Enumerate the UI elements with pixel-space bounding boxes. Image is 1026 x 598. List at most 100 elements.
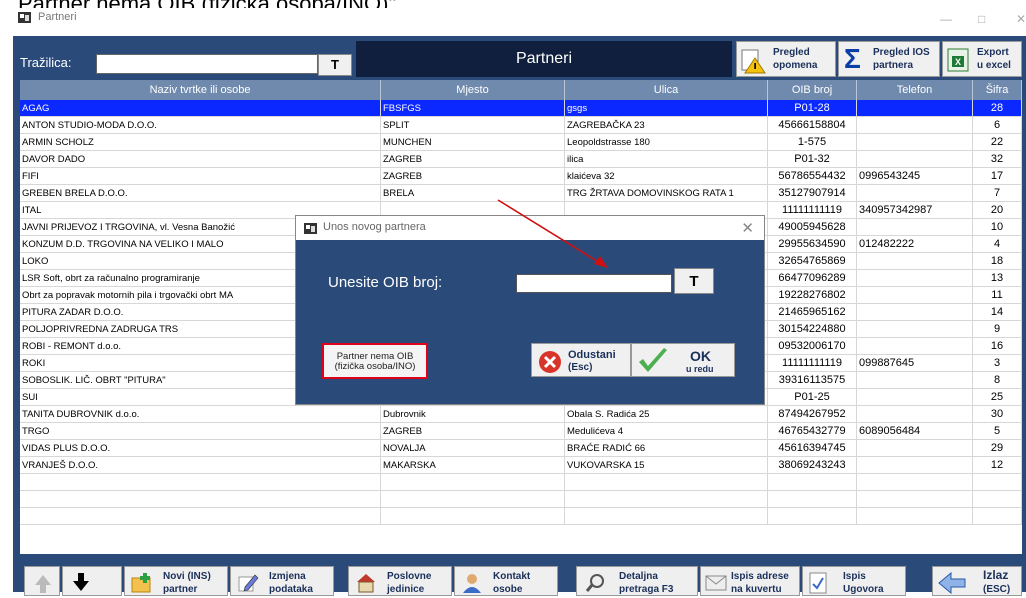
- cell-naziv: ANTON STUDIO-MODA D.O.O.: [20, 117, 381, 134]
- window-titlebar: Partneri — □ ✕: [0, 8, 1026, 30]
- cell-oib: 29955634590: [768, 236, 857, 253]
- cell-mjesto: ZAGREB: [381, 423, 565, 440]
- partneri-window: Partner nema OIB (fizička osoba/INO)". P…: [0, 0, 1026, 596]
- partner-nema-oib-button[interactable]: Partner nema OIB (fizička osoba/INO): [322, 343, 428, 379]
- cell-mjesto: MAKARSKA: [381, 457, 565, 474]
- cell-oib: P01-28: [768, 100, 857, 117]
- app-icon: [18, 12, 31, 23]
- edit-pencil-icon: [238, 574, 259, 592]
- cell-sifra: 11: [973, 287, 1022, 304]
- export-excel-button[interactable]: X Export u excel: [942, 41, 1022, 77]
- odustani-button[interactable]: Odustani (Esc): [531, 343, 631, 377]
- cell-tel: [857, 338, 973, 355]
- dialog-title: Unos novog partnera: [323, 221, 426, 233]
- empty-cell: [20, 491, 381, 508]
- search-label: Tražilica:: [20, 55, 72, 70]
- col-header-sifra[interactable]: Šifra: [973, 80, 1022, 100]
- cell-tel: 012482222: [857, 236, 973, 253]
- dialog-close-button[interactable]: ✕: [741, 219, 754, 237]
- empty-cell: [381, 491, 565, 508]
- empty-cell: [857, 474, 973, 491]
- cell-tel: 6089056484: [857, 423, 973, 440]
- table-row[interactable]: FIFI ZAGREB klaićeva 32 56786554432 09965432…: [20, 168, 1022, 185]
- empty-cell: [768, 491, 857, 508]
- cell-ulica: VUKOVARSKA 15: [565, 457, 768, 474]
- col-header-mjesto[interactable]: Mjesto: [381, 80, 565, 100]
- empty-cell: [565, 474, 768, 491]
- cell-sifra: 9: [973, 321, 1022, 338]
- close-button[interactable]: ✕: [1016, 12, 1026, 26]
- cell-sifra: 32: [973, 151, 1022, 168]
- col-header-naziv[interactable]: Naziv tvrtke ili osobe: [20, 80, 381, 100]
- ok-button[interactable]: OK u redu: [631, 343, 735, 377]
- oib-t-button[interactable]: T: [674, 268, 714, 294]
- cell-oib: 21465965162: [768, 304, 857, 321]
- cell-oib: P01-25: [768, 389, 857, 406]
- cell-sifra: 14: [973, 304, 1022, 321]
- cell-mjesto: FBSFGS: [381, 100, 565, 117]
- magnifier-icon: [585, 574, 604, 592]
- poslovne-line2: jedinice: [387, 584, 425, 595]
- table-row[interactable]: ANTON STUDIO-MODA D.O.O. SPLIT ZAGREBAČKA …: [20, 117, 1022, 134]
- col-header-ulica[interactable]: Ulica: [565, 80, 768, 100]
- cell-oib: 19228276802: [768, 287, 857, 304]
- col-header-telefon[interactable]: Telefon: [857, 80, 973, 100]
- izmjena-line2: podataka: [269, 584, 313, 595]
- cell-tel: 0996543245: [857, 168, 973, 185]
- pregled-opomena-button[interactable]: Pregled opomena: [736, 41, 836, 77]
- empty-cell: [565, 508, 768, 525]
- oib-input[interactable]: [516, 274, 672, 293]
- search-t-button[interactable]: T: [318, 54, 352, 76]
- excel-icon: X: [947, 48, 969, 72]
- cell-oib: 32654765869: [768, 253, 857, 270]
- cell-oib: 45666158804: [768, 117, 857, 134]
- table-row[interactable]: ARMIN SCHOLZ MUNCHEN Leopoldstrasse 180 1-5…: [20, 134, 1022, 151]
- empty-cell: [20, 474, 381, 491]
- maximize-button[interactable]: □: [978, 12, 985, 26]
- cell-tel: [857, 219, 973, 236]
- table-row[interactable]: VIDAS PLUS D.O.O. NOVALJA BRAĆE RADIĆ 66 45…: [20, 440, 1022, 457]
- cell-tel: [857, 372, 973, 389]
- oib-label: Unesite OIB broj:: [328, 274, 443, 291]
- empty-row: [20, 491, 1022, 508]
- cell-tel: 099887645: [857, 355, 973, 372]
- cell-sifra: 5: [973, 423, 1022, 440]
- table-row[interactable]: DAVOR DADO ZAGREB ilica P01-32 32: [20, 151, 1022, 168]
- table-row[interactable]: TANITA DUBROVNIK d.o.o. Dubrovnik Obala S.…: [20, 406, 1022, 423]
- cell-sifra: 20: [973, 202, 1022, 219]
- ispis-ugovora-line2: Ugovora: [843, 584, 884, 595]
- cell-oib: P01-32: [768, 151, 857, 168]
- ok-line1: OK: [690, 348, 711, 364]
- cell-tel: 340957342987: [857, 202, 973, 219]
- cell-sifra: 22: [973, 134, 1022, 151]
- kontakt-line1: Kontakt: [493, 571, 531, 582]
- minimize-button[interactable]: —: [940, 12, 952, 26]
- table-row[interactable]: GREBEN BRELA D.O.O. BRELA TRG ŽRTAVA DOMOV…: [20, 185, 1022, 202]
- cell-tel: [857, 134, 973, 151]
- empty-cell: [857, 508, 973, 525]
- table-row[interactable]: TRGO ZAGREB Medulićeva 4 46765432779 6089056…: [20, 423, 1022, 440]
- empty-cell: [381, 508, 565, 525]
- cell-tel: [857, 270, 973, 287]
- cell-tel: [857, 185, 973, 202]
- search-input[interactable]: [96, 54, 318, 74]
- cell-ulica: Medulićeva 4: [565, 423, 768, 440]
- cell-ulica: klaićeva 32: [565, 168, 768, 185]
- table-row[interactable]: AGAG FBSFGS gsgs P01-28 28: [20, 100, 1022, 117]
- cell-ulica: ZAGREBAČKA 23: [565, 117, 768, 134]
- cell-ulica: TRG ŽRTAVA DOMOVINSKOG RATA 1: [565, 185, 768, 202]
- cell-sifra: 29: [973, 440, 1022, 457]
- cell-sifra: 7: [973, 185, 1022, 202]
- cell-tel: [857, 151, 973, 168]
- cell-mjesto: NOVALJA: [381, 440, 565, 457]
- col-header-oib[interactable]: OIB broj: [768, 80, 857, 100]
- cell-ulica: BRAĆE RADIĆ 66: [565, 440, 768, 457]
- pregled-ios-button[interactable]: Σ Pregled IOS partnera: [838, 41, 940, 77]
- cell-mjesto: Dubrovnik: [381, 406, 565, 423]
- kontakt-line2: osobe: [493, 584, 523, 595]
- cell-naziv: DAVOR DADO: [20, 151, 381, 168]
- cell-oib: 09532006170: [768, 338, 857, 355]
- table-row[interactable]: VRANJEŠ D.O.O. MAKARSKA VUKOVARSKA 15 38069…: [20, 457, 1022, 474]
- pregled-opomena-line1: Pregled: [773, 47, 810, 58]
- cancel-x-icon: [539, 351, 561, 373]
